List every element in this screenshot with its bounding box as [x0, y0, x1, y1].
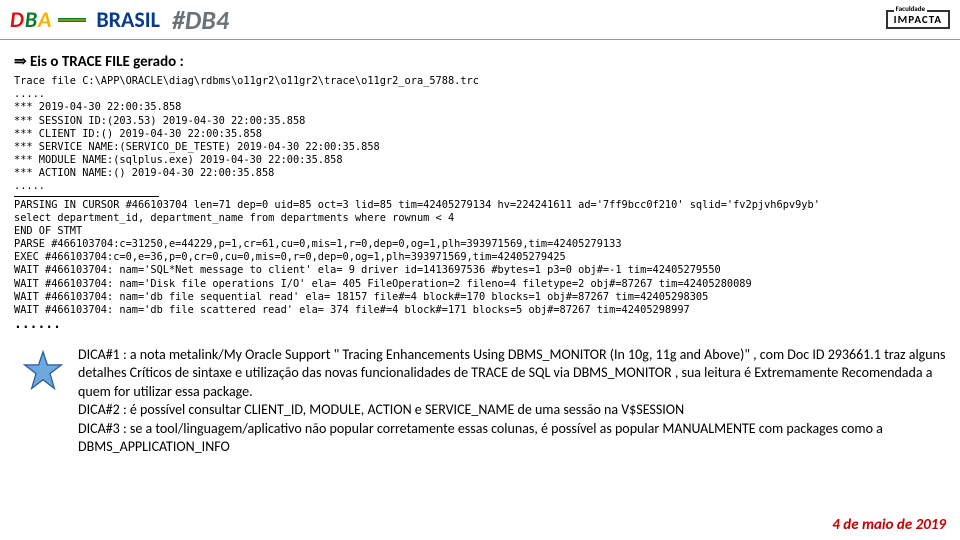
- dots: .....: [14, 88, 946, 101]
- star-icon: [22, 350, 64, 457]
- slide-header: DBA BRASIL #DB4 Faculdade IMPACTA: [0, 0, 960, 40]
- slide-heading: ⇒ Eis o TRACE FILE gerado :: [14, 52, 946, 71]
- flag-icon: [58, 18, 86, 22]
- arrow-icon: ⇒: [14, 54, 27, 70]
- logo-dba: DBA: [10, 6, 52, 33]
- tip-line: DICA#3 : se a tool/linguagem/aplicativo …: [78, 420, 946, 457]
- separator: [14, 196, 946, 197]
- sponsor-logo: Faculdade IMPACTA: [886, 10, 950, 29]
- tips-row: DICA#1 : a nota metalink/My Oracle Suppo…: [14, 346, 946, 457]
- brand-block: DBA BRASIL #DB4: [10, 4, 229, 36]
- brand-brasil: BRASIL: [96, 6, 160, 33]
- trace-path: Trace file C:\APP\ORACLE\diag\rdbms\o11g…: [14, 75, 946, 88]
- heading-text: Eis o TRACE FILE gerado :: [30, 53, 184, 71]
- trace-header-block: *** 2019-04-30 22:00:35.858 *** SESSION …: [14, 101, 946, 180]
- dots: .....: [14, 180, 946, 193]
- tip-line: DICA#2 : é possível consultar CLIENT_ID,…: [78, 401, 946, 419]
- sponsor-name: IMPACTA: [894, 13, 942, 26]
- sponsor-small: Faculdade: [894, 4, 927, 13]
- footer-date: 4 de maio de 2019: [832, 516, 946, 534]
- dots-end: ......: [14, 317, 946, 334]
- tip-line: DICA#1 : a nota metalink/My Oracle Suppo…: [78, 346, 946, 401]
- tips-text: DICA#1 : a nota metalink/My Oracle Suppo…: [78, 346, 946, 457]
- event-hash: #DB4: [172, 4, 229, 36]
- trace-parse-block: PARSING IN CURSOR #466103704 len=71 dep=…: [14, 199, 946, 318]
- slide-body: ⇒ Eis o TRACE FILE gerado : Trace file C…: [0, 40, 960, 457]
